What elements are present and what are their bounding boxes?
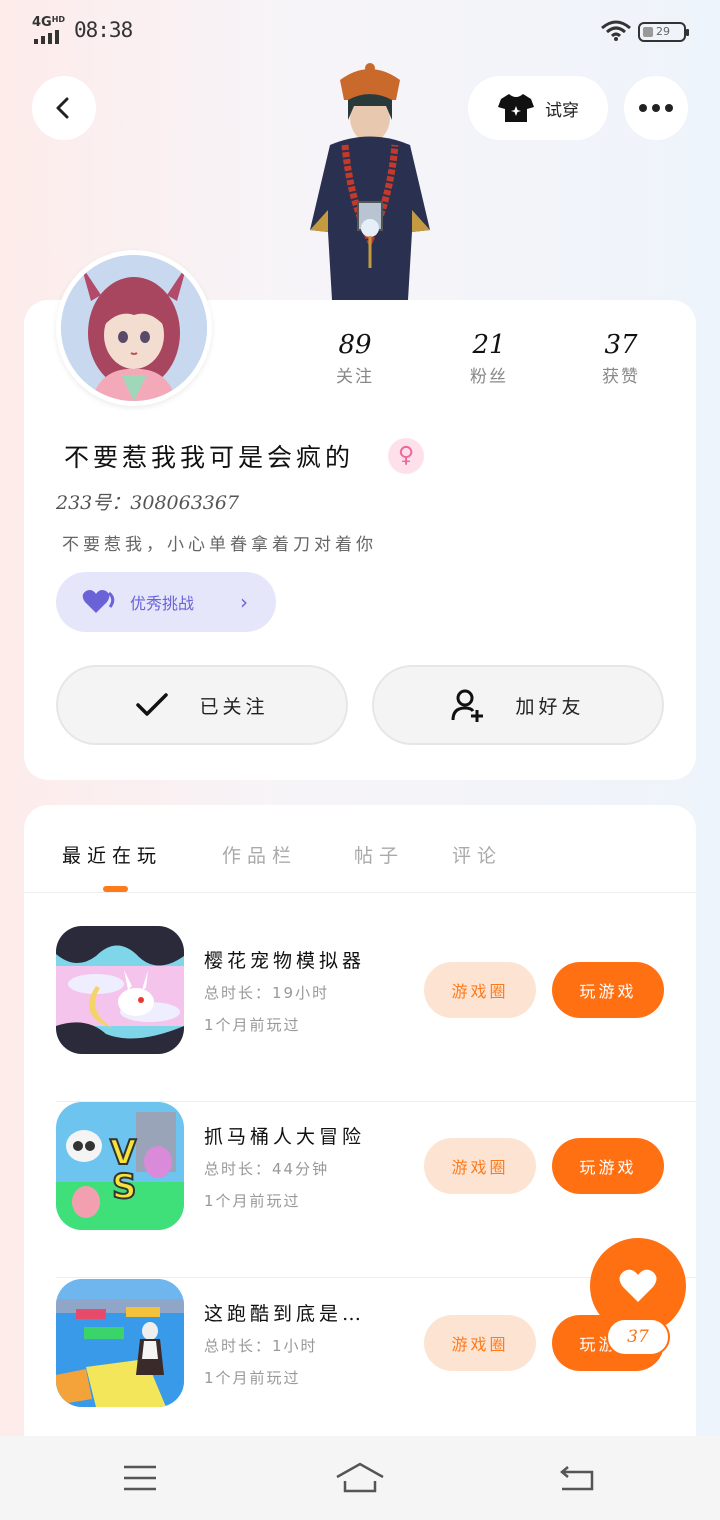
tab-works[interactable]: 作品栏 <box>222 841 297 868</box>
user-id[interactable]: 233号：308063367 <box>56 488 239 515</box>
more-icon <box>639 104 673 112</box>
battery-icon: 29 <box>638 22 689 42</box>
game-hall-button[interactable]: 游戏圈 <box>424 962 536 1018</box>
followed-button[interactable]: 已关注 <box>56 665 348 745</box>
game-title: 这跑酷到底是… <box>204 1303 366 1325</box>
game-last-played: 1个月前玩过 <box>204 1016 301 1034</box>
game-thumbnail-image: V S <box>56 1102 184 1230</box>
game-title: 抓马桶人大冒险 <box>204 1126 366 1148</box>
tab-bar: 最近在玩 作品栏 帖子 评论 <box>24 805 696 893</box>
menu-button[interactable] <box>110 1458 170 1498</box>
network-type: 4G <box>32 15 52 30</box>
tab-recently-played[interactable]: 最近在玩 <box>62 841 162 868</box>
game-hall-button[interactable]: 游戏圈 <box>424 1138 536 1194</box>
add-user-icon <box>451 689 484 722</box>
bio: 不要惹我，小心单眷拿着刀对着你 <box>62 535 377 555</box>
game-hall-button[interactable]: 游戏圈 <box>424 1315 536 1371</box>
username: 不要惹我我可是会疯的 <box>64 443 355 472</box>
network-hd: HD <box>51 15 66 24</box>
wifi-icon <box>601 20 631 41</box>
game-thumbnail[interactable] <box>56 1279 184 1407</box>
status-bar: 4GHD 08:38 29 <box>0 0 720 60</box>
game-row[interactable]: V S 抓马桶人大冒险 总时长：44分钟 1个月前玩过 游戏圈 玩游戏 <box>56 1102 696 1278</box>
battery-level: 29 <box>656 25 670 38</box>
home-icon <box>336 1462 384 1493</box>
chevron-right-icon: › <box>240 590 248 614</box>
stat-fans[interactable]: 21 粉丝 <box>434 330 544 387</box>
add-friend-button[interactable]: 加好友 <box>372 665 664 745</box>
game-thumbnail[interactable]: V S <box>56 1102 184 1230</box>
stat-likes-label: 获赞 <box>602 367 640 387</box>
try-on-label: 试穿 <box>545 100 579 121</box>
clock: 08:38 <box>74 18 133 42</box>
return-button[interactable] <box>548 1458 608 1498</box>
avatar-image <box>61 255 207 401</box>
avatar-3d-figure <box>310 63 430 300</box>
game-duration: 总时长：44分钟 <box>204 1160 330 1178</box>
stat-following-label: 关注 <box>336 367 374 387</box>
play-game-button[interactable]: 玩游戏 <box>552 962 664 1018</box>
game-thumbnail-image <box>56 1279 184 1407</box>
stat-likes[interactable]: 37 获赞 <box>566 330 676 387</box>
like-count: 37 <box>606 1318 670 1356</box>
game-thumbnail-image <box>56 926 184 1054</box>
back-button[interactable] <box>32 76 96 140</box>
game-last-played: 1个月前玩过 <box>204 1369 301 1387</box>
game-last-played: 1个月前玩过 <box>204 1192 301 1210</box>
signal-icon <box>34 30 59 44</box>
tab-posts[interactable]: 帖子 <box>354 841 404 868</box>
game-thumbnail[interactable] <box>56 926 184 1054</box>
system-nav-bar <box>0 1436 720 1520</box>
check-icon <box>136 693 169 716</box>
play-game-button[interactable]: 玩游戏 <box>552 1138 664 1194</box>
menu-icon <box>124 1465 156 1491</box>
tab-indicator <box>103 886 128 892</box>
stat-fans-value: 21 <box>472 330 506 360</box>
avatar[interactable] <box>56 250 212 406</box>
stat-following-value: 89 <box>338 330 372 360</box>
try-on-button[interactable]: 试穿 <box>468 76 608 140</box>
excellent-challenge-label: 优秀挑战 <box>130 594 195 613</box>
stats-row: 89 关注 21 粉丝 37 获赞 <box>300 330 680 400</box>
female-icon: ♀ <box>388 438 424 474</box>
stat-likes-value: 37 <box>604 330 638 360</box>
network-indicator: 4GHD <box>32 15 66 30</box>
home-button[interactable] <box>330 1458 390 1498</box>
return-icon <box>560 1466 594 1491</box>
followed-label: 已关注 <box>199 695 269 718</box>
heart-icon <box>82 590 115 613</box>
svg-text:S: S <box>112 1167 137 1207</box>
add-friend-label: 加好友 <box>515 695 585 718</box>
shirt-icon <box>498 94 534 122</box>
heart-icon <box>619 1269 657 1302</box>
tab-comments[interactable]: 评论 <box>452 841 502 868</box>
chevron-left-icon <box>56 97 69 119</box>
stat-following[interactable]: 89 关注 <box>300 330 410 387</box>
game-title: 樱花宠物模拟器 <box>204 950 366 972</box>
more-button[interactable] <box>624 76 688 140</box>
game-duration: 总时长：19小时 <box>204 984 330 1002</box>
excellent-challenge-button[interactable]: 优秀挑战 › <box>56 572 276 632</box>
game-row[interactable]: 樱花宠物模拟器 总时长：19小时 1个月前玩过 游戏圈 玩游戏 <box>56 926 696 1102</box>
game-duration: 总时长：1小时 <box>204 1337 318 1355</box>
stat-fans-label: 粉丝 <box>470 367 508 387</box>
